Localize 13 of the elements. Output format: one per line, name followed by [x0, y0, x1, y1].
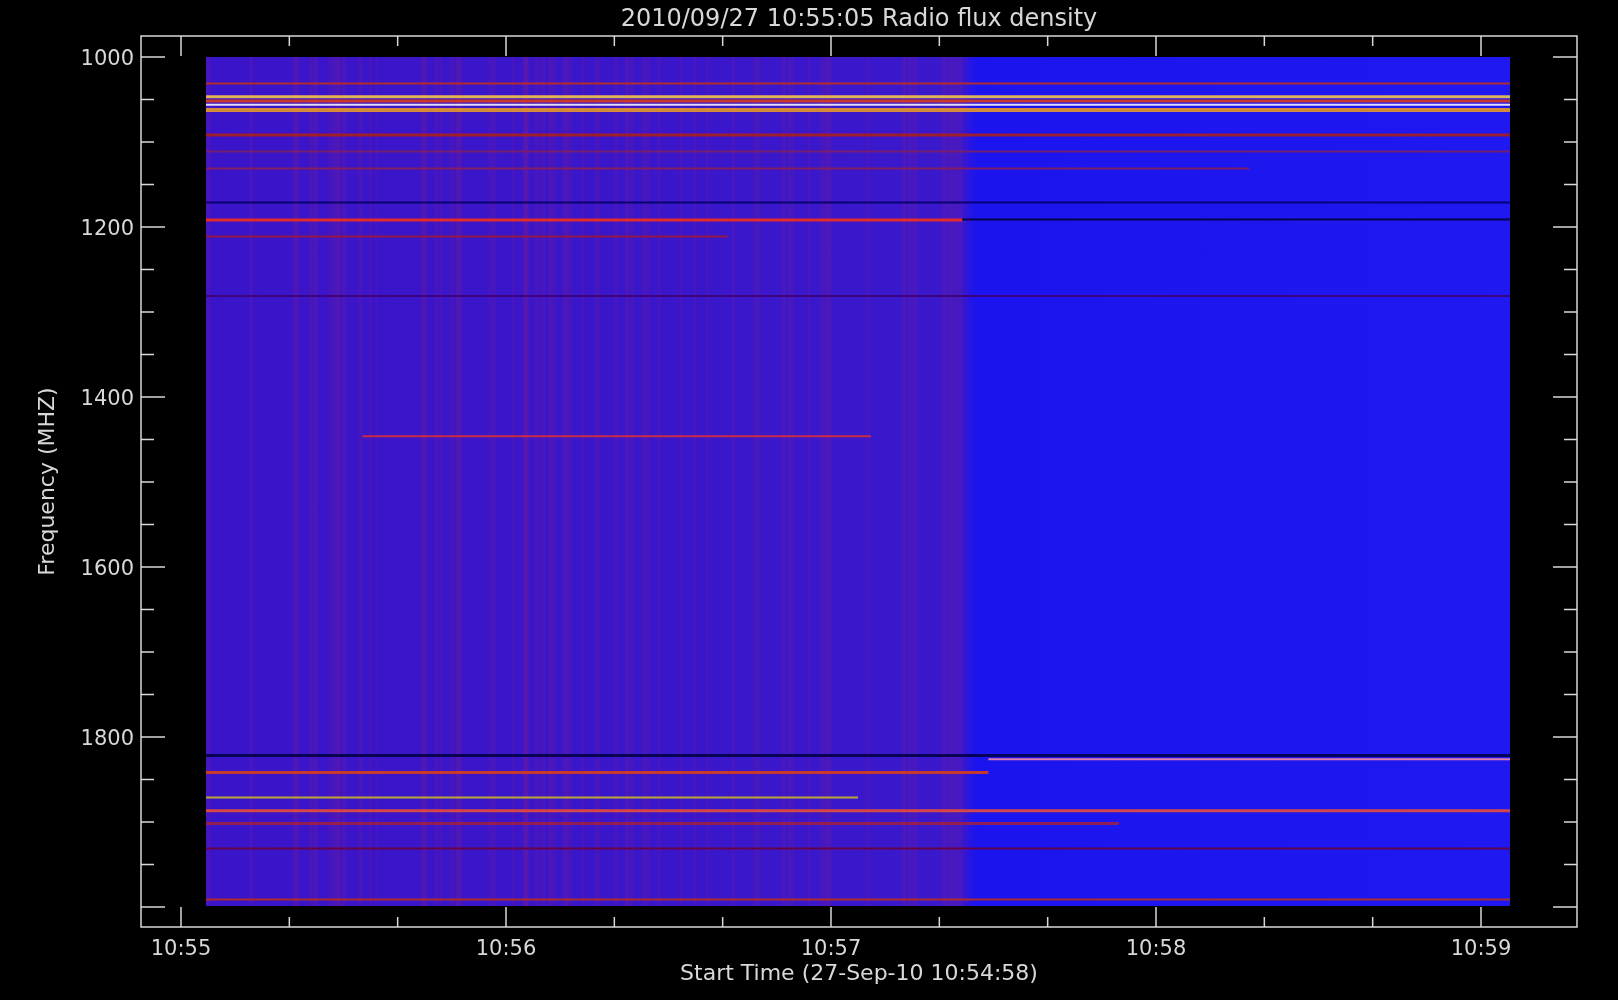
axis-title: Start Time (27-Sep-10 10:54:58): [680, 960, 1038, 985]
tick-label: 1800: [80, 726, 134, 750]
tick-label: 10:58: [1125, 936, 1187, 960]
axis-title: Frequency (MHZ): [34, 387, 59, 576]
tick-label: 1200: [80, 216, 134, 240]
tick-label: 10:59: [1450, 936, 1512, 960]
tick-label: 10:56: [475, 936, 537, 960]
tick-label: 1000: [80, 46, 134, 70]
chart-title: 2010/09/27 10:55:05 Radio flux density: [620, 4, 1098, 32]
tick-label: 1600: [80, 556, 134, 580]
tick-label: 10:57: [800, 936, 862, 960]
tick-label: 1400: [80, 386, 134, 410]
tick-label: 10:55: [150, 936, 212, 960]
